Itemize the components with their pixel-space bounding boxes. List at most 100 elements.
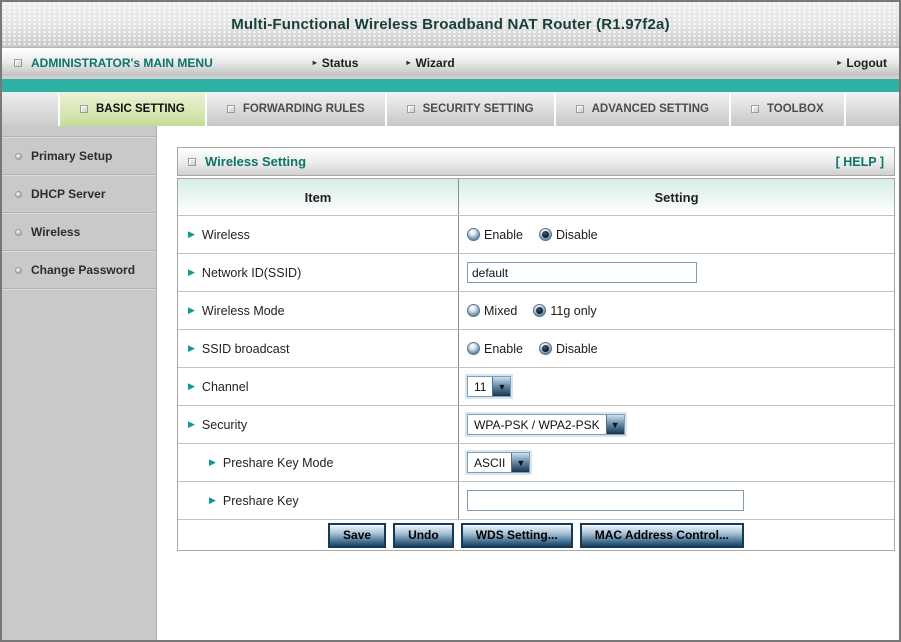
undo-button[interactable]: Undo: [393, 522, 454, 548]
radio-label: Enable: [484, 227, 523, 242]
dropdown-arrow-icon: ▼: [605, 415, 624, 434]
admin-main-menu-label: ADMINISTRATOR's MAIN MENU: [31, 55, 213, 70]
table-row-wireless-mode: ▶ Wireless Mode Mixed 11g only: [178, 291, 894, 329]
wireless-setting-panel: Wireless Setting [ HELP ] Item Setting ▶…: [177, 147, 895, 551]
tab-label: FORWARDING RULES: [242, 103, 365, 115]
row-setting-cell: ASCII ▼: [459, 444, 894, 481]
mode-11g-only-radio[interactable]: [533, 304, 547, 317]
security-select-value: WPA-PSK / WPA2-PSK: [474, 417, 600, 432]
tab-label: SECURITY SETTING: [422, 103, 534, 115]
tab-toolbox[interactable]: TOOLBOX: [731, 92, 846, 126]
broadcast-disable-option: Disable: [538, 341, 598, 356]
mac-address-control-button[interactable]: MAC Address Control...: [579, 522, 744, 548]
square-bullet-icon: [750, 105, 759, 113]
channel-select[interactable]: 11 ▼: [467, 376, 512, 397]
tab-label: BASIC SETTING: [96, 103, 185, 115]
broadcast-enable-radio[interactable]: [467, 342, 480, 355]
square-bullet-icon: [188, 157, 196, 166]
mode-11g-only-option: 11g only: [533, 303, 597, 318]
preshare-key-mode-select-value: ASCII: [474, 455, 506, 470]
wireless-disable-radio[interactable]: [538, 228, 552, 241]
row-label-cell: ▶ Channel: [178, 368, 459, 405]
settings-table: Item Setting ▶ Wireless Enable Disable ▶…: [177, 178, 895, 551]
row-label: Network ID(SSID): [201, 265, 302, 280]
square-bullet-icon: [226, 105, 235, 113]
row-label-cell: ▶ Preshare Key Mode: [178, 444, 459, 481]
bullet-icon: [15, 190, 22, 198]
radio-label: 11g only: [550, 303, 597, 318]
menu-item-status[interactable]: ▸ Status: [313, 56, 359, 70]
preshare-key-input[interactable]: [467, 490, 744, 511]
ssid-input[interactable]: [467, 262, 697, 283]
tab-bar: BASIC SETTING FORWARDING RULES SECURITY …: [2, 92, 899, 126]
row-label: Wireless Mode: [201, 303, 285, 318]
content-area: Primary Setup DHCP Server Wireless Chang…: [2, 126, 899, 640]
tab-basic-setting[interactable]: BASIC SETTING: [60, 92, 207, 126]
table-row-wireless: ▶ Wireless Enable Disable: [178, 215, 894, 253]
row-label: Security: [201, 417, 248, 432]
broadcast-disable-radio[interactable]: [538, 342, 552, 355]
sidebar: Primary Setup DHCP Server Wireless Chang…: [2, 126, 157, 640]
triangle-right-icon: ▶: [188, 419, 195, 429]
bullet-icon: [15, 152, 22, 160]
row-label: Wireless: [201, 227, 250, 242]
tab-security-setting[interactable]: SECURITY SETTING: [387, 92, 556, 126]
triangle-right-icon: ▶: [188, 267, 195, 277]
tab-advanced-setting[interactable]: ADVANCED SETTING: [556, 92, 731, 126]
triangle-right-icon: ▸: [406, 58, 411, 67]
triangle-right-icon: ▶: [188, 305, 195, 315]
mode-mixed-radio[interactable]: [467, 304, 480, 317]
tab-forwarding-rules[interactable]: FORWARDING RULES: [207, 92, 387, 126]
router-admin-page: Multi-Functional Wireless Broadband NAT …: [0, 0, 901, 642]
square-bullet-icon: [406, 105, 415, 113]
row-setting-cell: WPA-PSK / WPA2-PSK ▼: [459, 406, 894, 443]
row-setting-cell: [459, 482, 894, 519]
wds-setting-button[interactable]: WDS Setting...: [460, 522, 573, 548]
table-row-security: ▶ Security WPA-PSK / WPA2-PSK ▼: [178, 405, 894, 443]
triangle-right-icon: ▶: [209, 495, 216, 505]
bullet-icon: [15, 228, 22, 236]
radio-label: Mixed: [484, 303, 518, 318]
bullet-icon: [15, 266, 22, 274]
logout-label: Logout: [846, 55, 887, 70]
mode-mixed-option: Mixed: [467, 304, 517, 318]
sidebar-item-primary-setup[interactable]: Primary Setup: [2, 138, 156, 174]
sidebar-item-change-password[interactable]: Change Password: [2, 252, 156, 288]
row-label-cell: ▶ Network ID(SSID): [178, 254, 459, 291]
row-setting-cell: [459, 254, 894, 291]
row-label: SSID broadcast: [201, 341, 290, 356]
help-link[interactable]: [ HELP ]: [836, 155, 884, 169]
menu-item-wizard[interactable]: ▸ Wizard: [406, 56, 454, 70]
dropdown-arrow-icon: ▼: [511, 453, 530, 472]
wizard-label: Wizard: [415, 55, 455, 70]
sidebar-item-label: Primary Setup: [31, 149, 113, 163]
radio-label: Enable: [484, 341, 523, 356]
sidebar-item-wireless[interactable]: Wireless: [2, 214, 156, 250]
row-setting-cell: 11 ▼: [459, 368, 894, 405]
wireless-enable-option: Enable: [467, 228, 523, 242]
security-select[interactable]: WPA-PSK / WPA2-PSK ▼: [467, 414, 625, 435]
main-area: Wireless Setting [ HELP ] Item Setting ▶…: [157, 126, 899, 640]
triangle-right-icon: ▶: [188, 229, 195, 239]
row-label: Channel: [201, 379, 249, 394]
sidebar-item-label: Wireless: [31, 225, 81, 239]
sidebar-divider: [2, 288, 156, 290]
menu-bar: ADMINISTRATOR's MAIN MENU ▸ Status ▸ Wiz…: [2, 48, 899, 78]
table-row-preshare-key-mode: ▶ Preshare Key Mode ASCII ▼: [178, 443, 894, 481]
panel-header: Wireless Setting [ HELP ]: [177, 147, 895, 176]
sidebar-item-dhcp-server[interactable]: DHCP Server: [2, 176, 156, 212]
triangle-right-icon: ▸: [837, 58, 842, 67]
wireless-enable-radio[interactable]: [467, 228, 480, 241]
row-label-cell: ▶ Wireless Mode: [178, 292, 459, 329]
save-button[interactable]: Save: [328, 522, 387, 548]
radio-label: Disable: [555, 341, 598, 356]
row-setting-cell: Enable Disable: [459, 330, 894, 367]
menu-item-logout[interactable]: ▸ Logout: [837, 56, 887, 70]
row-setting-cell: Mixed 11g only: [459, 292, 894, 329]
row-label-cell: ▶ Wireless: [178, 216, 459, 253]
tab-bar-stub: [2, 92, 60, 126]
title-band: Multi-Functional Wireless Broadband NAT …: [2, 2, 899, 48]
preshare-key-mode-select[interactable]: ASCII ▼: [467, 452, 531, 473]
table-header-row: Item Setting: [178, 179, 894, 215]
column-header-setting: Setting: [654, 189, 699, 205]
